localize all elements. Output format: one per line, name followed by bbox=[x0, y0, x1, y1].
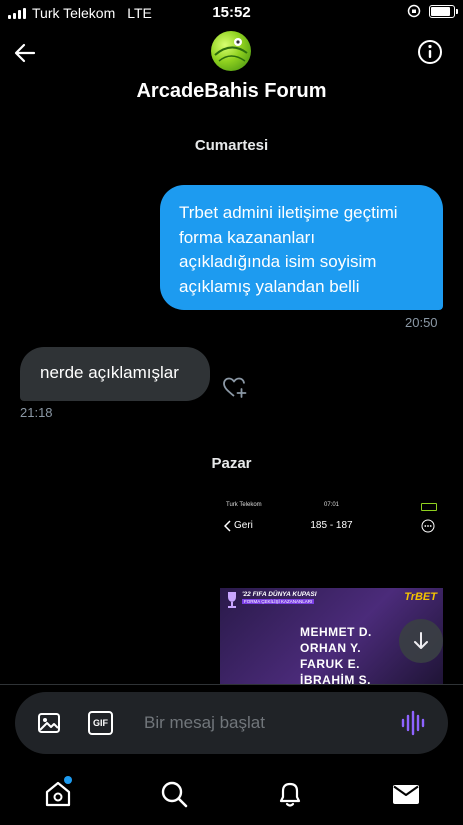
day-separator-saturday: Cumartesi bbox=[194, 137, 269, 154]
attachment-status-bar: Turk Telekom 07:01 bbox=[220, 502, 443, 512]
winner-names: MEHMET D. ORHAN Y. FARUK E. İBRAHİM S. bbox=[300, 624, 372, 684]
orientation-lock-icon bbox=[407, 4, 421, 18]
avatar-image bbox=[214, 38, 248, 62]
status-bar-right bbox=[407, 4, 458, 18]
bottom-tab-bar bbox=[0, 770, 463, 825]
attachment-time: 07:01 bbox=[323, 502, 339, 508]
add-photo-button[interactable] bbox=[37, 711, 61, 735]
back-button[interactable] bbox=[12, 40, 38, 66]
voice-wave-icon bbox=[401, 710, 425, 736]
scroll-to-bottom-button[interactable] bbox=[399, 619, 443, 663]
attachment-battery-icon bbox=[421, 503, 437, 511]
status-time: 15:52 bbox=[212, 4, 251, 21]
incoming-message-time: 21:18 bbox=[20, 405, 53, 420]
attachment-page-range: 185 - 187 bbox=[310, 520, 353, 531]
info-icon bbox=[418, 40, 442, 64]
promo-title: '22 FIFA DÜNYA KUPASI bbox=[242, 591, 317, 598]
day-separator-sunday: Pazar bbox=[211, 455, 252, 472]
message-input[interactable] bbox=[142, 706, 386, 740]
outgoing-message-bubble[interactable]: Trbet admini iletişime geçtimi forma kaz… bbox=[160, 185, 443, 310]
conversation-title[interactable]: ArcadeBahis Forum bbox=[0, 80, 463, 103]
search-icon bbox=[161, 781, 188, 808]
winner-name: MEHMET D. bbox=[300, 625, 372, 639]
tab-notifications[interactable] bbox=[274, 778, 306, 810]
tab-home[interactable] bbox=[42, 776, 74, 810]
composer-divider bbox=[0, 684, 463, 685]
conversation-avatar[interactable] bbox=[211, 31, 251, 71]
winner-name: İBRAHİM S. bbox=[300, 673, 371, 684]
attachment-nav-bar: Geri 185 - 187 bbox=[220, 516, 443, 536]
brand-logo: TrBET bbox=[404, 591, 437, 603]
info-button[interactable] bbox=[417, 39, 443, 65]
trophy-icon bbox=[228, 592, 236, 608]
arrow-down-icon bbox=[414, 632, 428, 649]
winner-name: FARUK E. bbox=[300, 657, 361, 671]
outgoing-message-time: 20:50 bbox=[405, 315, 438, 330]
gif-label: GIF bbox=[93, 718, 108, 728]
battery-level bbox=[431, 6, 450, 16]
voice-message-button[interactable] bbox=[400, 710, 426, 736]
message-composer: GIF bbox=[15, 692, 448, 754]
gif-button[interactable]: GIF bbox=[88, 711, 113, 735]
add-reaction-button[interactable] bbox=[222, 375, 248, 401]
winner-name: ORHAN Y. bbox=[300, 641, 362, 655]
notifications-icon bbox=[279, 782, 301, 807]
image-icon bbox=[38, 713, 60, 733]
tab-search[interactable] bbox=[158, 778, 190, 810]
incoming-message-bubble[interactable]: nerde açıklamışlar bbox=[20, 347, 210, 401]
heart-plus-icon bbox=[223, 377, 247, 398]
battery-icon bbox=[429, 4, 458, 18]
home-notification-badge bbox=[64, 776, 72, 784]
more-icon bbox=[421, 519, 435, 533]
status-bar: Turk Telekom LTE 15:52 bbox=[0, 0, 463, 26]
tab-messages[interactable] bbox=[390, 778, 422, 810]
messages-icon bbox=[393, 785, 419, 804]
arrow-left-icon bbox=[14, 43, 36, 63]
promo-subtitle: FORMA ÇEKİLİŞİ KAZANANLARI bbox=[242, 599, 315, 604]
